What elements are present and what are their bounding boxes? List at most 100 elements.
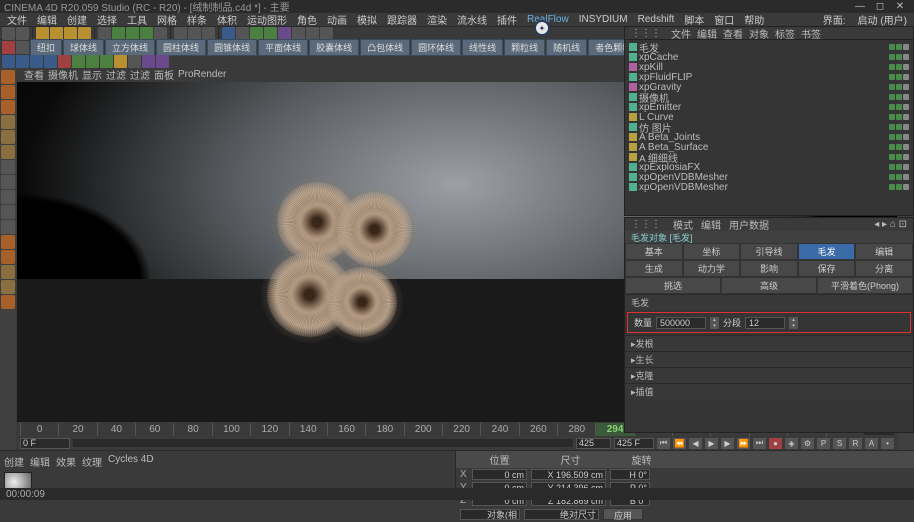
view-menu[interactable]: ProRender [178, 69, 226, 80]
object-row[interactable]: xpKill [627, 62, 911, 72]
attribute-tab[interactable]: 平滑着色(Phong) [817, 277, 913, 294]
vis-render-icon[interactable] [896, 44, 902, 50]
tag-icon[interactable] [903, 134, 909, 140]
vis-editor-icon[interactable] [889, 144, 895, 150]
vis-render-icon[interactable] [896, 124, 902, 130]
vis-render-icon[interactable] [896, 144, 902, 150]
tab-item[interactable]: 凸包体线 [360, 39, 410, 56]
prev-key-icon[interactable]: ⏪ [673, 438, 686, 449]
vis-render-icon[interactable] [896, 134, 902, 140]
color-5-icon[interactable] [1, 295, 15, 309]
t3-icon[interactable] [72, 55, 85, 68]
record-key-icon[interactable]: ● [769, 438, 782, 449]
attribute-tab[interactable]: 基本 [625, 243, 683, 260]
vis-editor-icon[interactable] [889, 84, 895, 90]
layout-select[interactable]: 启动 (用户) [855, 12, 910, 27]
obj-menu[interactable]: 书签 [801, 26, 821, 41]
vis-render-icon[interactable] [896, 174, 902, 180]
object-mode-icon[interactable] [1, 85, 15, 99]
anim-key-icon[interactable]: A [865, 438, 878, 449]
tag-icon[interactable] [903, 64, 909, 70]
object-row[interactable]: xpOpenVDBMesher [627, 172, 911, 182]
tab-item[interactable]: 球体线 [63, 39, 104, 56]
tag-icon[interactable] [903, 74, 909, 80]
vis-editor-icon[interactable] [889, 74, 895, 80]
key-icon[interactable] [16, 41, 29, 54]
attribute-tab[interactable]: 坐标 [683, 243, 741, 260]
workplane-icon[interactable] [1, 220, 15, 234]
menu-item[interactable]: 样条 [184, 12, 210, 27]
object-row[interactable]: 仿 图片 [627, 122, 911, 132]
menu-item[interactable]: INSYDIUM [576, 14, 631, 25]
section-grow[interactable]: ▸生长 [625, 351, 913, 367]
hair-count-input[interactable] [656, 317, 706, 329]
menu-item[interactable]: 创建 [64, 12, 90, 27]
vis-editor-icon[interactable] [889, 94, 895, 100]
tab-item[interactable]: 胶囊体线 [309, 39, 359, 56]
tag-icon[interactable] [903, 164, 909, 170]
menu-item[interactable]: 插件 [494, 12, 520, 27]
tab-item[interactable]: 圆环体线 [411, 39, 461, 56]
tag-icon[interactable] [903, 174, 909, 180]
start-frame-input[interactable] [20, 438, 70, 449]
section-interp[interactable]: ▸插值 [625, 383, 913, 399]
tab-item[interactable]: 线性线 [462, 39, 503, 56]
t3-icon[interactable] [2, 55, 15, 68]
obj-menu[interactable]: 文件 [671, 26, 691, 41]
object-row[interactable]: xpExplosiaFX [627, 162, 911, 172]
tag-icon[interactable] [903, 114, 909, 120]
attribute-tab[interactable]: 编辑 [855, 243, 913, 260]
uv-point-icon[interactable] [1, 175, 15, 189]
vis-render-icon[interactable] [896, 104, 902, 110]
color-2-icon[interactable] [1, 250, 15, 264]
tab-item[interactable]: 平面体线 [258, 39, 308, 56]
vis-render-icon[interactable] [896, 114, 902, 120]
undo-icon[interactable] [2, 27, 15, 40]
t3-icon[interactable] [58, 55, 71, 68]
color-4-icon[interactable] [1, 280, 15, 294]
section-root[interactable]: ▸发根 [625, 335, 913, 351]
vis-render-icon[interactable] [896, 184, 902, 190]
edge-mode-icon[interactable] [1, 130, 15, 144]
vis-render-icon[interactable] [896, 94, 902, 100]
attribute-tab[interactable]: 分离 [855, 260, 913, 277]
t3-icon[interactable] [30, 55, 43, 68]
tab-item[interactable]: 圆锥体线 [207, 39, 257, 56]
vis-render-icon[interactable] [896, 54, 902, 60]
attribute-tab[interactable]: 毛发 [798, 243, 856, 260]
tag-icon[interactable] [903, 124, 909, 130]
vis-render-icon[interactable] [896, 84, 902, 90]
color-1-icon[interactable] [1, 235, 15, 249]
tag-icon[interactable] [903, 104, 909, 110]
tab-item[interactable]: 纽扣 [30, 39, 62, 56]
prev-frame-icon[interactable]: ◀ [689, 438, 702, 449]
point-mode-icon[interactable] [1, 115, 15, 129]
axis-mode-icon[interactable] [1, 100, 15, 114]
vis-editor-icon[interactable] [889, 154, 895, 160]
vis-editor-icon[interactable] [889, 104, 895, 110]
tag-icon[interactable] [903, 84, 909, 90]
autokey-icon[interactable]: ◈ [785, 438, 798, 449]
vis-render-icon[interactable] [896, 74, 902, 80]
menu-item[interactable]: 流水线 [454, 12, 490, 27]
pla-key-icon[interactable]: • [881, 438, 894, 449]
pos-x[interactable] [472, 469, 527, 480]
tag-icon[interactable] [903, 44, 909, 50]
tab-item[interactable]: 立方体线 [105, 39, 155, 56]
goto-end-icon[interactable]: ⏭ [753, 438, 766, 449]
menu-item[interactable]: 动画 [324, 12, 350, 27]
size-x[interactable] [531, 469, 606, 480]
next-frame-icon[interactable]: ▶ [721, 438, 734, 449]
rot-h[interactable] [610, 469, 650, 480]
menu-item[interactable]: 编辑 [34, 12, 60, 27]
object-row[interactable]: xpCache [627, 52, 911, 62]
vis-editor-icon[interactable] [889, 174, 895, 180]
size-mode[interactable] [524, 509, 599, 520]
menu-item[interactable]: 角色 [294, 12, 320, 27]
object-row[interactable]: xpGravity [627, 82, 911, 92]
count-spinner[interactable]: ▴▾ [710, 317, 719, 329]
scale-key-icon[interactable]: S [833, 438, 846, 449]
obj-menu[interactable]: 查看 [723, 26, 743, 41]
obj-menu[interactable]: 对象 [749, 26, 769, 41]
tag-icon[interactable] [903, 184, 909, 190]
